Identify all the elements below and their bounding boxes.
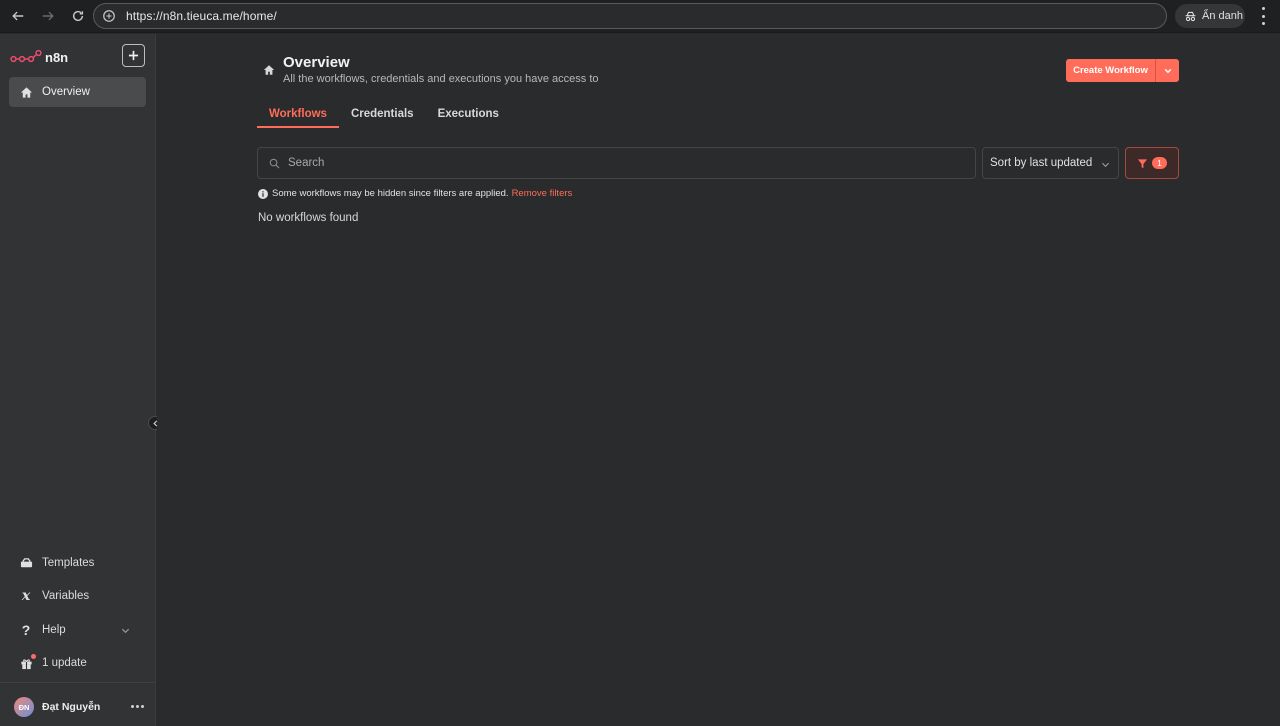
incognito-label: Ẩn danh (1202, 10, 1243, 22)
n8n-logo[interactable]: n8n (10, 49, 68, 65)
search-box (257, 147, 976, 179)
arrow-right-icon (42, 11, 54, 21)
tab-bar: Workflows Credentials Executions (257, 104, 511, 128)
sort-selected-value: Sort by last updated (990, 157, 1093, 169)
info-icon (258, 188, 268, 199)
avatar: ĐN (14, 697, 34, 717)
filter-icon (1137, 158, 1148, 168)
incognito-badge[interactable]: Ẩn danh (1175, 4, 1245, 28)
create-dropdown-button[interactable] (1156, 67, 1179, 75)
tab-executions[interactable]: Executions (426, 104, 511, 128)
user-name: Đạt Nguyễn (42, 701, 101, 713)
tab-workflows[interactable]: Workflows (257, 104, 339, 128)
sort-select[interactable]: Sort by last updated (982, 147, 1119, 179)
sidebar-divider (0, 682, 155, 683)
sidebar-item-variables[interactable]: x Variables (9, 581, 146, 611)
site-info-icon[interactable] (102, 9, 116, 23)
browser-menu-button[interactable] (1256, 7, 1270, 25)
forward-button[interactable] (34, 2, 62, 30)
main-content: Overview All the workflows, credentials … (157, 34, 1280, 726)
reload-icon (72, 10, 84, 22)
home-icon (19, 85, 33, 99)
create-workflow-label: Create Workflow (1073, 65, 1148, 76)
add-button[interactable] (122, 44, 145, 67)
sidebar-item-label: 1 update (42, 657, 87, 669)
update-badge-dot (31, 654, 36, 659)
tab-credentials[interactable]: Credentials (339, 104, 426, 128)
sidebar-item-label: Help (42, 624, 66, 636)
page-title: Overview (283, 54, 350, 71)
chevron-down-icon (1101, 162, 1110, 168)
arrow-left-icon (12, 11, 24, 21)
search-input[interactable] (288, 157, 948, 169)
home-icon (263, 65, 275, 75)
sidebar-item-label: Variables (42, 590, 90, 602)
reload-button[interactable] (64, 2, 92, 30)
help-icon: ? (21, 622, 31, 638)
sidebar-item-updates[interactable]: 1 update (9, 648, 146, 678)
logo-text: n8n (45, 49, 69, 65)
plus-icon (128, 50, 139, 61)
browser-toolbar: https://n8n.tieuca.me/home/ Ẩn danh (0, 0, 1280, 33)
sidebar: n8n Overview Templates x Variables ? Hel… (0, 34, 162, 726)
templates-icon (19, 556, 33, 570)
filter-notice: Some workflows may be hidden since filte… (258, 188, 572, 199)
filter-notice-text: Some workflows may be hidden since filte… (272, 188, 509, 199)
filter-count-badge: 1 (1152, 157, 1167, 169)
sidebar-item-label: Templates (42, 557, 95, 569)
back-button[interactable] (4, 2, 32, 30)
sidebar-item-overview[interactable]: Overview (9, 77, 146, 107)
n8n-logo-icon (10, 49, 42, 63)
sidebar-item-label: Overview (42, 86, 90, 98)
page-subtitle: All the workflows, credentials and execu… (283, 73, 599, 85)
sidebar-item-templates[interactable]: Templates (9, 548, 146, 578)
sidebar-item-help[interactable]: ? Help (9, 615, 146, 645)
user-profile[interactable]: ĐN Đạt Nguyễn (14, 696, 144, 718)
address-bar[interactable]: https://n8n.tieuca.me/home/ (93, 3, 1167, 29)
variables-icon: x (21, 588, 31, 604)
incognito-icon (1185, 11, 1196, 21)
remove-filters-link[interactable]: Remove filters (512, 188, 573, 199)
chevron-down-icon (121, 628, 130, 634)
filter-button[interactable]: 1 (1125, 147, 1179, 179)
url-text: https://n8n.tieuca.me/home/ (126, 9, 277, 23)
user-menu-button[interactable] (131, 705, 144, 708)
chevron-down-icon (1164, 68, 1171, 73)
empty-state-text: No workflows found (258, 212, 359, 224)
create-workflow-button[interactable]: Create Workflow (1066, 59, 1179, 82)
search-icon (269, 158, 280, 168)
